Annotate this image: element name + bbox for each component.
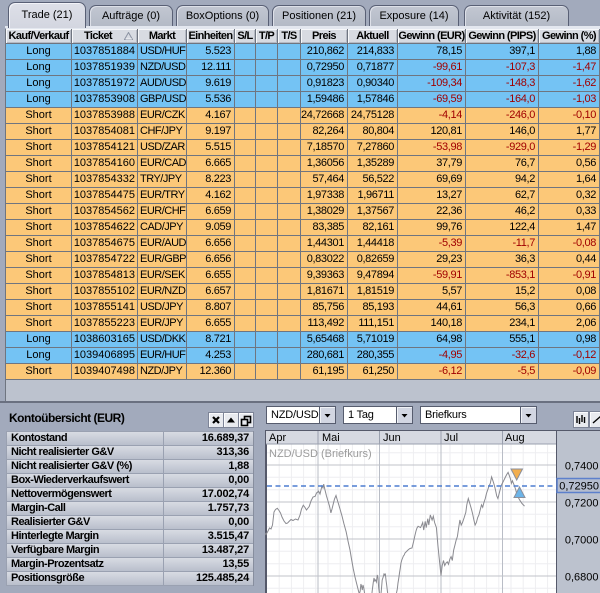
svg-text:NZD/USD (Briefkurs): NZD/USD (Briefkurs) xyxy=(269,448,372,460)
svg-text:0,7000: 0,7000 xyxy=(565,535,599,547)
svg-text:Apr: Apr xyxy=(269,432,286,444)
svg-text:Jun: Jun xyxy=(383,432,401,444)
svg-text:Aug: Aug xyxy=(505,432,525,444)
svg-text:0,72950: 0,72950 xyxy=(559,481,599,493)
svg-text:Mai: Mai xyxy=(322,432,340,444)
svg-text:0,7200: 0,7200 xyxy=(565,498,599,510)
svg-text:0,6800: 0,6800 xyxy=(565,572,599,584)
svg-text:0,7400: 0,7400 xyxy=(565,461,599,473)
svg-text:Jul: Jul xyxy=(444,432,458,444)
